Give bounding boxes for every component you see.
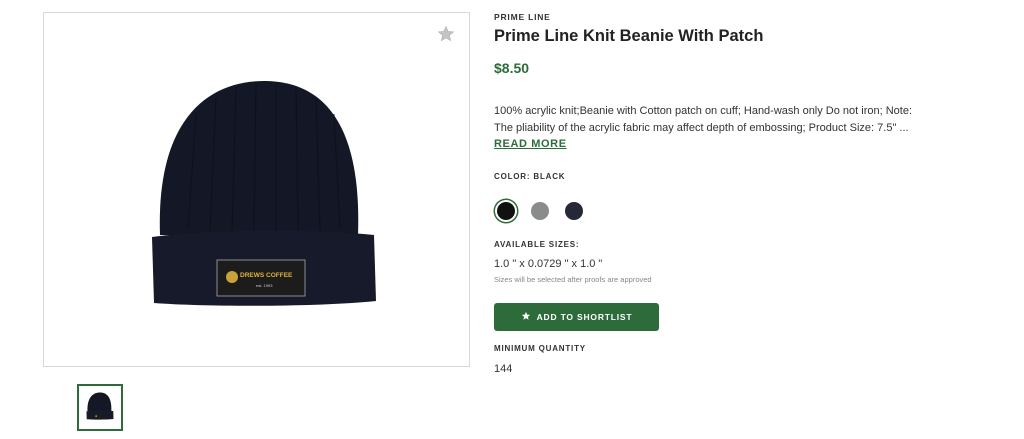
swatch-gray[interactable] xyxy=(531,202,549,220)
product-description: 100% acrylic knit;Beanie with Cotton pat… xyxy=(494,103,954,137)
patch: DREWS COFFEE est. 1993 xyxy=(216,259,306,297)
star-icon xyxy=(521,311,531,323)
thumbnail-image[interactable] xyxy=(77,384,123,431)
description-line-2: The pliability of the acrylic fabric may… xyxy=(494,122,909,134)
beanie-image: DREWS COFFEE est. 1993 xyxy=(152,81,376,306)
color-label: COLOR: BLACK xyxy=(494,172,566,181)
product-price: $8.50 xyxy=(494,60,530,76)
sizes-value: 1.0 " x 0.0729 " x 1.0 " xyxy=(494,258,603,270)
add-to-shortlist-button[interactable]: ADD TO SHORTLIST xyxy=(494,303,659,331)
favorite-star-icon[interactable] xyxy=(437,25,455,43)
patch-subtext: est. 1993 xyxy=(256,283,273,288)
description-line-1: 100% acrylic knit;Beanie with Cotton pat… xyxy=(494,105,913,117)
swatch-black[interactable] xyxy=(497,202,515,220)
patch-text: DREWS COFFEE xyxy=(240,272,293,279)
read-more-link[interactable]: READ MORE xyxy=(494,138,567,150)
product-brand: PRIME LINE xyxy=(494,12,551,22)
swatch-navy[interactable] xyxy=(565,202,583,220)
min-quantity-value: 144 xyxy=(494,363,513,375)
product-title: Prime Line Knit Beanie With Patch xyxy=(494,27,764,45)
sizes-label: AVAILABLE SIZES: xyxy=(494,240,580,249)
add-to-shortlist-label: ADD TO SHORTLIST xyxy=(536,312,633,322)
product-main-image: DREWS COFFEE est. 1993 xyxy=(43,12,470,367)
min-quantity-label: MINIMUM QUANTITY xyxy=(494,344,586,353)
sizes-note: Sizes will be selected after proofs are … xyxy=(494,275,652,284)
